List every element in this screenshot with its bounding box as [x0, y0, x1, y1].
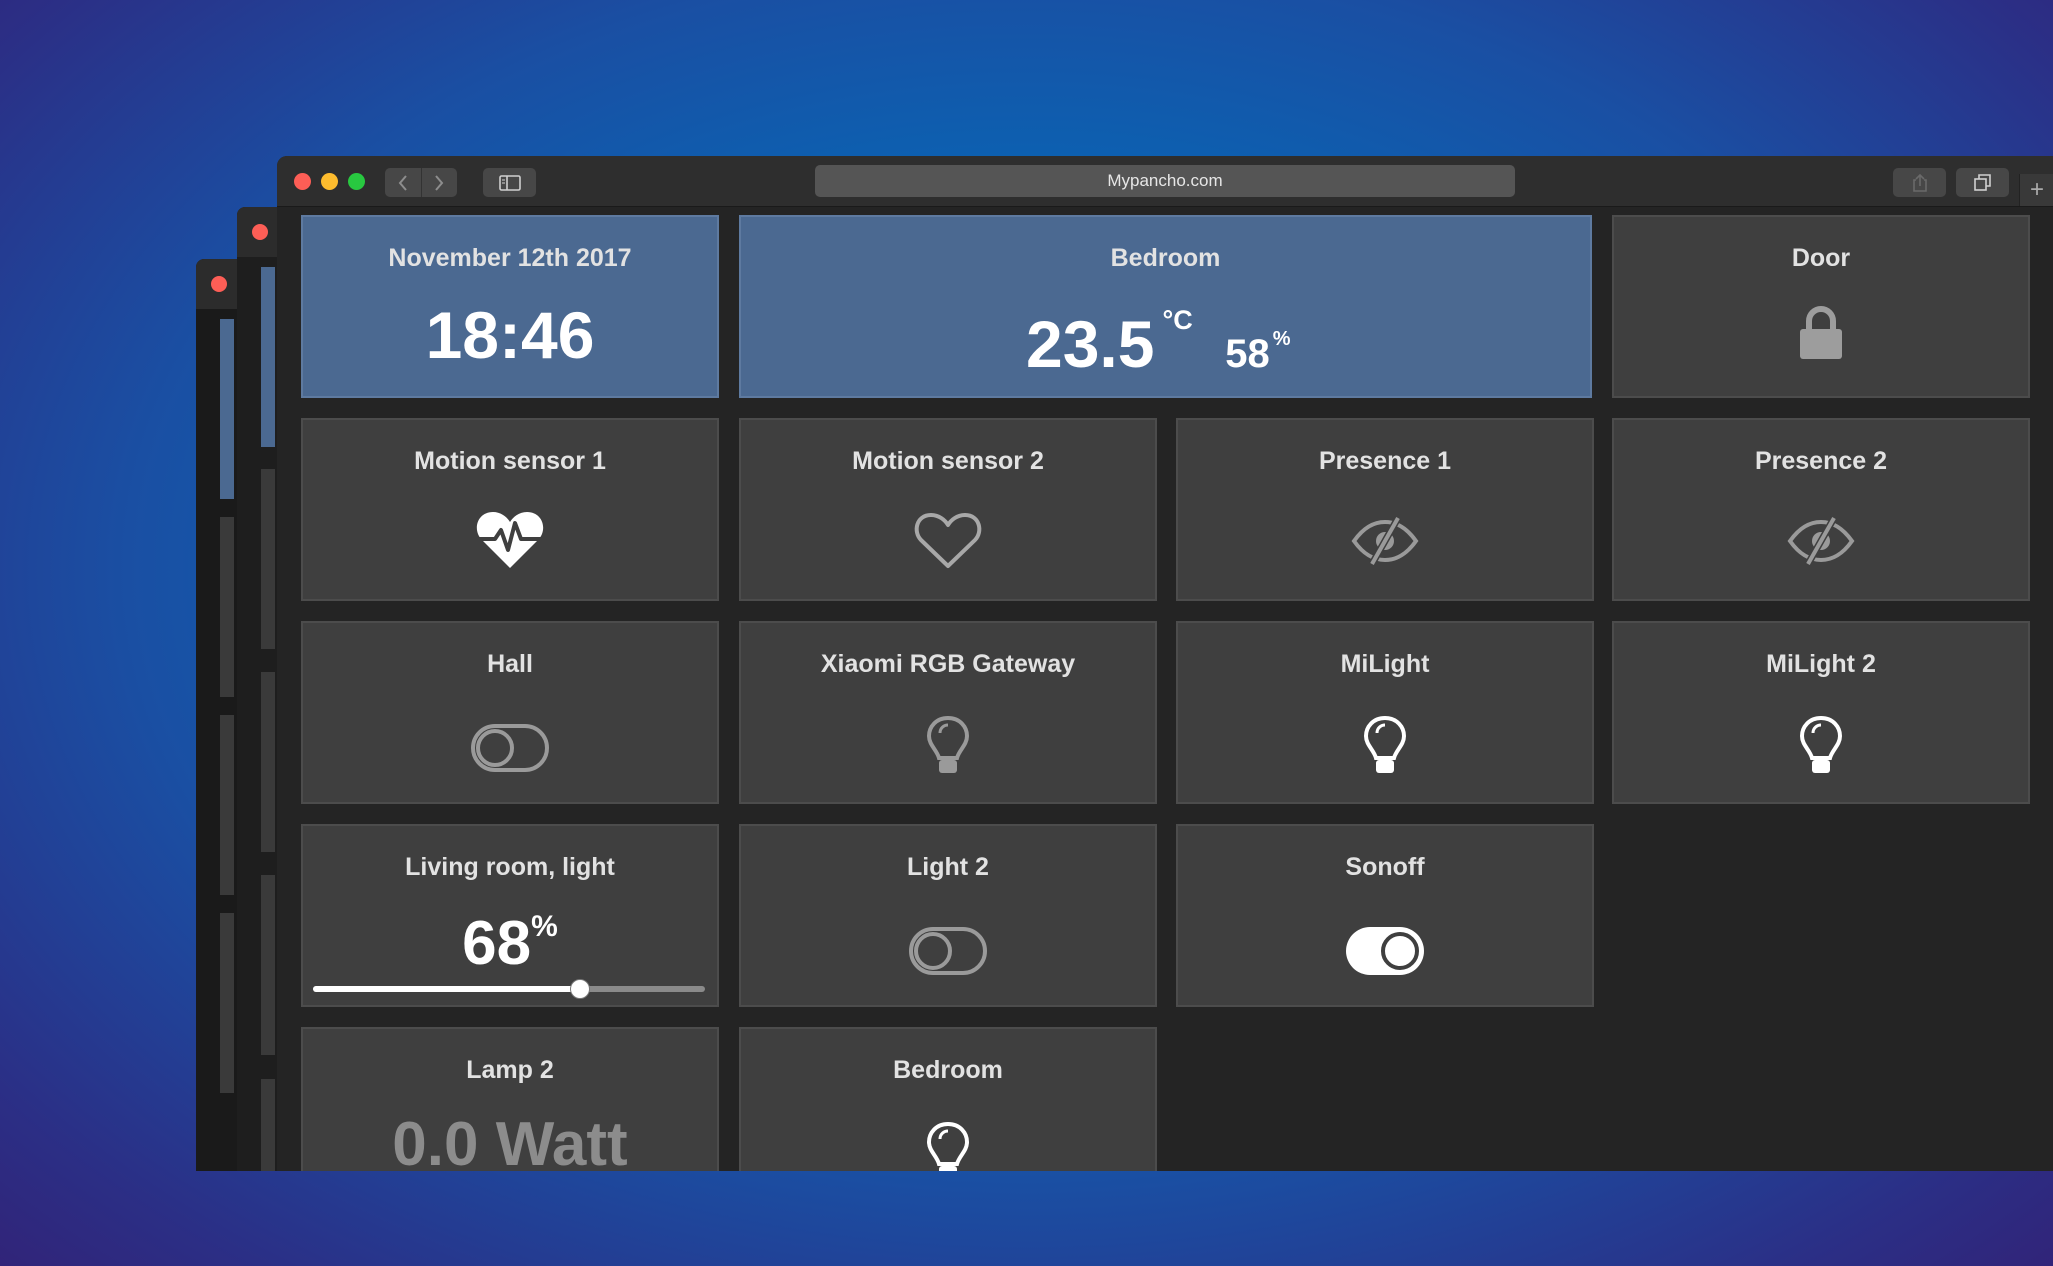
tile-presence-1[interactable]: Presence 1: [1176, 418, 1594, 601]
dimmer-slider-thumb[interactable]: [569, 979, 590, 999]
lightbulb-off-icon: [926, 715, 970, 773]
tile-title: MiLight 2: [1766, 650, 1876, 678]
tile-door[interactable]: Door: [1612, 215, 2030, 398]
window-strip: [261, 267, 275, 447]
close-dot[interactable]: [252, 224, 268, 240]
tile-title: Light 2: [907, 853, 989, 881]
tile-title: Hall: [487, 650, 533, 678]
tile-title: Sonoff: [1345, 853, 1425, 881]
lightbulb-on-icon: [1799, 715, 1843, 773]
close-dot[interactable]: [211, 276, 227, 292]
back-button[interactable]: [385, 168, 421, 197]
tabs-button[interactable]: [1956, 168, 2009, 197]
sidebar-button[interactable]: [483, 168, 536, 197]
tile-title: Door: [1791, 244, 1851, 272]
lightbulb-on-icon: [1363, 715, 1407, 773]
window-strip: [220, 715, 234, 895]
tile-lamp-2: Lamp 2 0.0 Watt: [301, 1027, 719, 1171]
tile-title: Presence 2: [1754, 447, 1888, 475]
tile-date-time: November 12th 2017 18:46: [301, 215, 719, 398]
tile-title: Lamp 2: [466, 1056, 554, 1084]
toggle-on-icon[interactable]: [1345, 926, 1425, 976]
window-strip: [261, 875, 275, 1055]
dimmer-slider-track[interactable]: [313, 979, 705, 999]
humidity-value: 58: [1225, 332, 1270, 376]
sidebar-icon: [498, 174, 521, 191]
tile-title: Living room, light: [405, 853, 615, 881]
tile-bedroom-light[interactable]: Bedroom: [739, 1027, 1157, 1171]
heartbeat-icon: [476, 512, 544, 568]
browser-titlebar: Mypancho.com +: [277, 156, 2053, 207]
dimmer-unit: %: [531, 910, 558, 943]
forward-button[interactable]: [420, 168, 458, 197]
share-button[interactable]: [1893, 168, 1946, 197]
lock-icon: [1800, 306, 1842, 359]
tile-hall[interactable]: Hall: [301, 621, 719, 804]
zoom-button[interactable]: [348, 173, 365, 190]
tile-motion-sensor-2[interactable]: Motion sensor 2: [739, 418, 1157, 601]
tile-presence-2[interactable]: Presence 2: [1612, 418, 2030, 601]
tile-title: November 12th 2017: [388, 244, 632, 272]
dimmer-slider-fill: [313, 986, 580, 992]
window-strip: [261, 672, 275, 852]
heart-outline-icon: [914, 513, 982, 568]
tile-title: Bedroom: [1110, 244, 1221, 272]
toggle-off-icon[interactable]: [908, 926, 988, 976]
tile-xiaomi-gateway[interactable]: Xiaomi RGB Gateway: [739, 621, 1157, 804]
lightbulb-on-icon: [926, 1121, 970, 1171]
browser-window: Mypancho.com + November 12th 2017 18:46 …: [277, 156, 2053, 1171]
tile-bedroom-climate: Bedroom 23.5 °C 58%: [739, 215, 1592, 398]
tile-title: Presence 1: [1318, 447, 1452, 475]
chevron-right-icon: [435, 174, 444, 191]
tile-title: Xiaomi RGB Gateway: [820, 650, 1076, 678]
close-button[interactable]: [294, 173, 311, 190]
dimmer-value: 68: [462, 909, 532, 978]
eye-slash-icon: [1351, 516, 1419, 566]
window-strip: [261, 1079, 275, 1171]
tile-milight-2[interactable]: MiLight 2: [1612, 621, 2030, 804]
window-strip: [220, 913, 234, 1093]
tabs-icon: [1973, 173, 1991, 191]
tile-milight[interactable]: MiLight: [1176, 621, 1594, 804]
tile-motion-sensor-1[interactable]: Motion sensor 1: [301, 418, 719, 601]
chevron-left-icon: [398, 174, 407, 191]
temperature-value: 23.5: [1026, 307, 1155, 381]
new-tab-button[interactable]: +: [2019, 174, 2053, 206]
clock-time: 18:46: [425, 298, 595, 372]
toggle-off-icon[interactable]: [470, 723, 550, 773]
tile-title: Motion sensor 2: [852, 447, 1044, 475]
share-icon: [1912, 173, 1927, 192]
tile-title: Motion sensor 1: [414, 447, 606, 475]
minimize-button[interactable]: [321, 173, 338, 190]
tile-title: MiLight: [1340, 650, 1430, 678]
humidity-unit: %: [1272, 328, 1291, 350]
tile-sonoff[interactable]: Sonoff: [1176, 824, 1594, 1007]
address-bar[interactable]: Mypancho.com: [815, 165, 1515, 197]
window-strip: [220, 319, 234, 499]
window-strip: [261, 469, 275, 649]
tile-light-2[interactable]: Light 2: [739, 824, 1157, 1007]
power-reading: 0.0 Watt: [392, 1110, 628, 1171]
window-strip: [220, 517, 234, 697]
tile-living-room-light: Living room, light 68%: [301, 824, 719, 1007]
eye-slash-icon: [1787, 516, 1855, 566]
tile-title: Bedroom: [893, 1056, 1003, 1084]
nav-buttons: [385, 168, 457, 197]
temperature-unit: °C: [1162, 305, 1193, 335]
